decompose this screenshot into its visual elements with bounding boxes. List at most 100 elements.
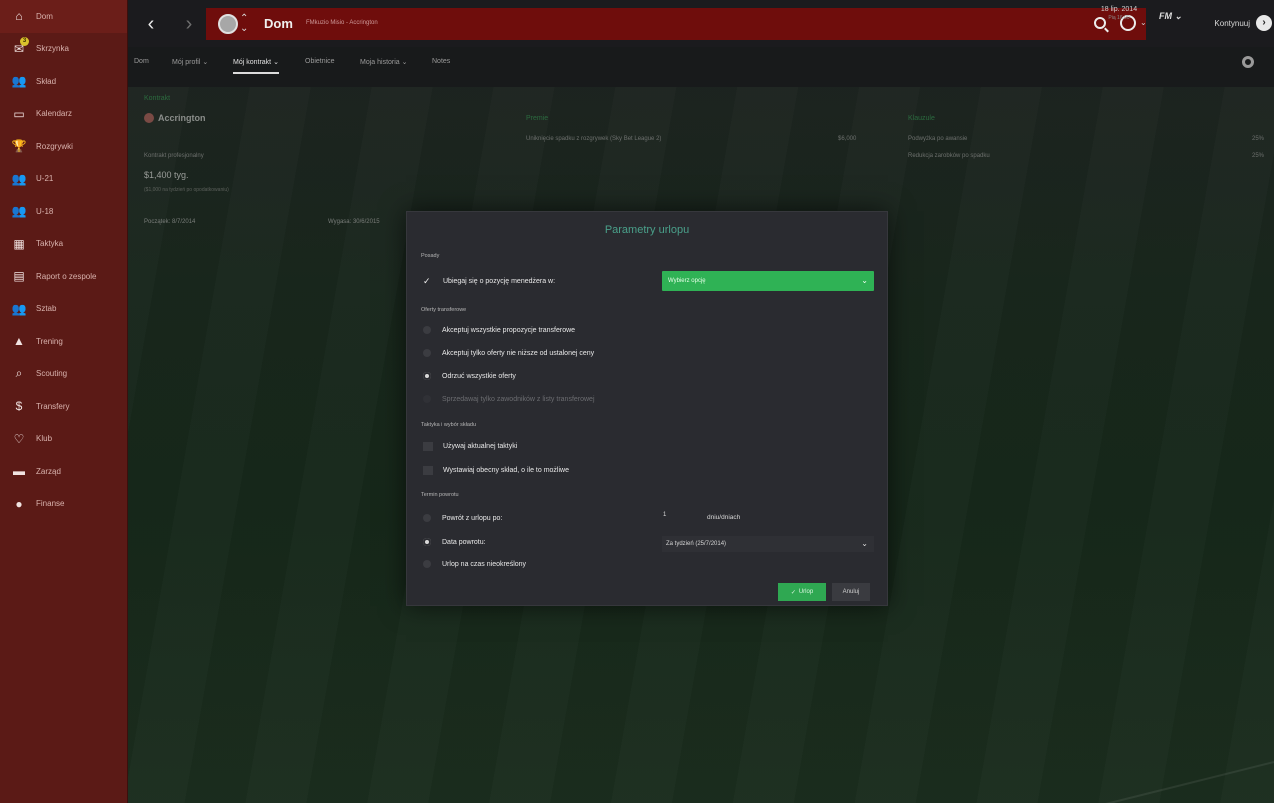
days-unit-label: dniu/dniach xyxy=(707,514,741,521)
tactics-icon: ▦ xyxy=(13,236,25,251)
sidebar-item-dom[interactable]: ⌂ Dom xyxy=(0,0,127,33)
sidebar-item-transfery[interactable]: $ Transfery xyxy=(0,390,127,423)
sidebar-item-sztab[interactable]: 👥 Sztab xyxy=(0,293,127,326)
checkbox-icon xyxy=(423,466,433,475)
forward-arrow-icon[interactable]: › xyxy=(178,14,200,36)
continue-button[interactable]: Kontynuuj › xyxy=(1192,7,1272,39)
cancel-button[interactable]: Anuluj xyxy=(832,583,870,601)
cancel-label: Anuluj xyxy=(842,589,860,595)
tab-promises[interactable]: Obietnice xyxy=(305,58,335,65)
tab-profile[interactable]: Mój profil ⌄ xyxy=(172,58,208,66)
date-display[interactable]: 18 lip. 2014 Pią 16:00 xyxy=(1086,6,1152,36)
return-option-label: Urlop na czas nieokreślony xyxy=(442,560,527,568)
chevron-down-icon: ⌄ xyxy=(861,276,868,285)
training-icon: ▲ xyxy=(13,334,25,349)
continue-label: Kontynuuj xyxy=(1214,18,1250,28)
page-subtitle: FMkuzio Misio - Accrington xyxy=(306,20,378,26)
transfer-option-label: Akceptuj wszystkie propozycje transferow… xyxy=(442,326,576,334)
sidebar-item-sk-ad[interactable]: 👥 Skład xyxy=(0,65,127,98)
sidebar-item-scouting[interactable]: ⌕ Scouting xyxy=(0,358,127,391)
u18-icon: 👥 xyxy=(11,204,27,219)
sidebar-item-label: Taktyka xyxy=(36,239,64,249)
apply-job-option[interactable]: ✓ Ubiegaj się o pozycję menedżera w: xyxy=(423,276,555,287)
sidebar-item-label: Skrzynka xyxy=(36,44,69,54)
return-option[interactable]: Powrót z urlopu po: xyxy=(423,514,502,522)
sidebar-item-trening[interactable]: ▲ Trening xyxy=(0,325,127,358)
club-crest-icon[interactable] xyxy=(218,14,238,34)
date-sub: Pią 16:00 xyxy=(1108,15,1130,21)
holiday-confirm-button[interactable]: ✓ Urlop xyxy=(778,583,826,601)
board-icon: ▬ xyxy=(13,464,25,479)
radio-icon xyxy=(423,560,431,568)
sidebar-item-klub[interactable]: ♡ Klub xyxy=(0,423,127,456)
chevron-down-icon: ⌄ xyxy=(861,539,868,548)
return-option-selected[interactable]: Data powrotu: xyxy=(423,538,486,546)
title-bar: ⌃ ⌄ Dom FMkuzio Misio - Accrington ⌄ xyxy=(206,8,1147,40)
section-return: Termin powrotu xyxy=(421,492,459,498)
return-option-label: Powrót z urlopu po: xyxy=(442,514,503,522)
sidebar-item-rozgrywki[interactable]: 🏆 Rozgrywki xyxy=(0,130,127,163)
staff-icon: 👥 xyxy=(11,301,27,316)
holiday-dialog: Parametry urlopu Posady ✓ Ubiegaj się o … xyxy=(406,211,888,606)
transfer-option-selected[interactable]: Odrzuć wszystkie oferty xyxy=(423,372,516,380)
sidebar-item-u-21[interactable]: 👥 U-21 xyxy=(0,163,127,196)
sidebar-item-label: Rozgrywki xyxy=(36,141,73,151)
clause-value: 25% xyxy=(1251,153,1264,159)
return-date-value: Za tydzień (25/7/2014) xyxy=(666,541,727,547)
date-main: 18 lip. 2014 xyxy=(1100,6,1138,13)
transfer-option[interactable]: Akceptuj wszystkie propozycje transferow… xyxy=(423,326,575,334)
sidebar-item-taktyka[interactable]: ▦ Taktyka xyxy=(0,228,127,261)
club-icon: ♡ xyxy=(13,431,25,446)
top-bar: ‹ › ⌃ ⌄ Dom FMkuzio Misio - Accrington ⌄ … xyxy=(128,0,1274,47)
contract-club: Accrington xyxy=(158,113,206,123)
sidebar-item-label: U-18 xyxy=(36,206,54,216)
sidebar-item-label: Transfery xyxy=(36,401,70,411)
sidebar-item-label: Skład xyxy=(36,76,57,86)
contract-wage-note: ($1,000 na tydzień po opodatkowaniu) xyxy=(144,187,229,193)
transfer-option[interactable]: Akceptuj tylko oferty nie niższe od usta… xyxy=(423,349,594,357)
tactics-option[interactable]: Wystawiaj obecny skład, o ile to możliwe xyxy=(423,466,569,475)
return-date-select[interactable]: Za tydzień (25/7/2014) ⌄ xyxy=(662,536,874,552)
clause-value: 25% xyxy=(1251,136,1264,142)
sidebar-item-finanse[interactable]: ● Finanse xyxy=(0,488,127,521)
sidebar-item-label: Trening xyxy=(36,336,63,346)
switch-arrows-icon[interactable]: ⌃ ⌄ xyxy=(240,14,248,34)
sidebar-item-label: Klub xyxy=(36,434,53,444)
sidebar-item-label: Scouting xyxy=(36,369,68,379)
tab-history[interactable]: Moja historia ⌄ xyxy=(360,58,408,66)
sidebar-item-label: Finanse xyxy=(36,499,65,509)
apply-job-select[interactable]: Wybierz opcję ⌄ xyxy=(662,271,874,291)
sidebar-item-skrzynka[interactable]: ✉ 3 Skrzynka xyxy=(0,33,127,66)
contract-title: Kontrakt xyxy=(144,95,171,102)
fm-menu-button[interactable]: FM ⌄ xyxy=(1159,11,1182,22)
clauses-title: Klauzule xyxy=(908,115,935,122)
radio-icon xyxy=(423,514,431,522)
transfers-icon: $ xyxy=(15,399,23,414)
sidebar-item-label: U-21 xyxy=(36,174,54,184)
checkmark-icon: ✓ xyxy=(423,276,431,286)
clause-label: Redukcja zarobków po spadku xyxy=(908,153,990,159)
sidebar-item-u-18[interactable]: 👥 U-18 xyxy=(0,195,127,228)
transfer-option-label: Akceptuj tylko oferty nie niższe od usta… xyxy=(442,349,595,357)
gear-icon[interactable] xyxy=(1242,56,1254,68)
section-jobs: Posady xyxy=(421,253,440,259)
back-arrow-icon[interactable]: ‹ xyxy=(140,14,162,36)
days-input[interactable]: 1 xyxy=(663,512,693,524)
checkmark-icon: ✓ xyxy=(790,589,796,596)
sidebar-item-label: Kalendarz xyxy=(36,109,73,119)
holiday-confirm-label: Urlop xyxy=(798,589,814,595)
sidebar-item-zarz-d[interactable]: ▬ Zarząd xyxy=(0,455,127,488)
pitch-line xyxy=(1021,761,1274,803)
tab-home[interactable]: Dom xyxy=(134,58,149,65)
radio-selected-icon xyxy=(423,372,431,380)
tab-contract[interactable]: Mój kontrakt ⌄ xyxy=(233,58,279,74)
sidebar-item-label: Zarząd xyxy=(36,466,61,476)
tab-notes[interactable]: Notes xyxy=(432,58,450,65)
fm-logo-label: FM xyxy=(1159,11,1172,21)
sidebar-item-kalendarz[interactable]: ▭ Kalendarz xyxy=(0,98,127,131)
bonus-value: $6,000 xyxy=(838,136,857,142)
dialog-title: Parametry urlopu xyxy=(604,224,690,236)
tactics-option[interactable]: Używaj aktualnej taktyki xyxy=(423,442,517,451)
return-option[interactable]: Urlop na czas nieokreślony xyxy=(423,560,526,568)
sidebar-item-raport-o-zespole[interactable]: ▤ Raport o zespole xyxy=(0,260,127,293)
